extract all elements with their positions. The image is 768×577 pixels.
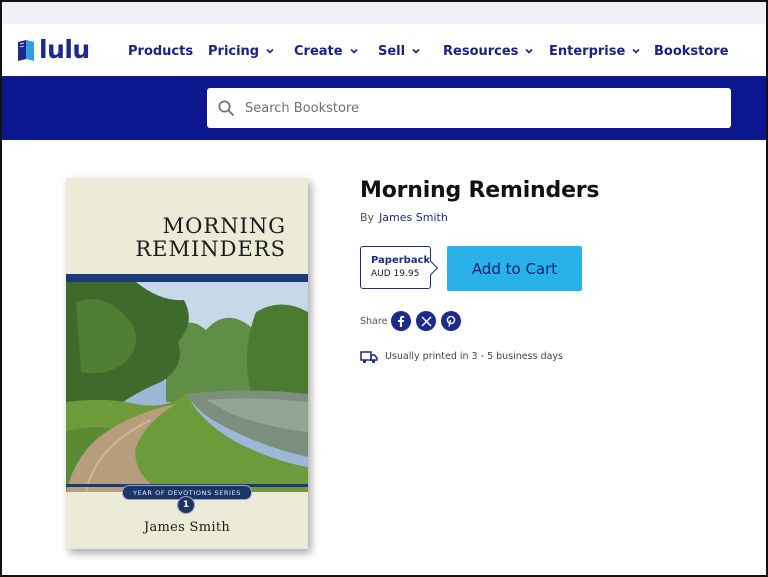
lulu-logo[interactable]: lulu [16,36,90,64]
delivery-truck-icon [360,351,378,364]
share-label: Share [360,316,388,327]
nav-bookstore[interactable]: Bookstore [654,40,729,62]
book-logo-icon [16,38,36,62]
search-band [2,76,766,140]
nav-products[interactable]: Products [128,40,193,62]
nav-enterprise-label: Enterprise [549,43,626,59]
book-cover-image: MORNING REMINDERS YEAR OF DEVOTIONS SERI… [66,178,308,549]
chevron-down-icon [412,48,420,54]
nav-create-label: Create [294,43,343,59]
nav-sell[interactable]: Sell [378,40,421,62]
cover-landscape-illustration [66,282,308,492]
format-name: Paperback [371,255,431,266]
cover-title-line2: REMINDERS [135,237,286,261]
nav-enterprise[interactable]: Enterprise [549,40,641,62]
facebook-icon[interactable] [391,311,411,331]
nav-bookstore-label: Bookstore [654,43,729,59]
add-to-cart-button[interactable]: Add to Cart [447,246,582,291]
format-price: AUD 19.95 [371,269,420,279]
nav-pricing-label: Pricing [208,43,260,59]
book-title: Morning Reminders [360,178,600,203]
cover-author: James Smith [143,520,231,535]
logo-text: lulu [39,35,90,64]
chevron-down-icon [632,48,640,54]
cover-series-number: 1 [177,496,195,514]
nav-products-label: Products [128,43,194,59]
x-icon[interactable] [416,311,436,331]
search-icon[interactable] [217,99,235,117]
format-option-paperback[interactable]: Paperback AUD 19.95 [360,246,431,289]
by-label: By [360,211,375,224]
byline: By James Smith [360,211,448,224]
search-input[interactable] [243,99,717,117]
nav-create[interactable]: Create [294,40,359,62]
chevron-down-icon [266,48,274,54]
pinterest-icon[interactable] [441,311,461,331]
chevron-down-icon [525,48,534,54]
cover-title-line1: MORNING [162,214,286,238]
author-link[interactable]: James Smith [379,211,448,224]
nav-resources[interactable]: Resources [443,40,534,62]
shipping-estimate: Usually printed in 3 - 5 business days [385,351,563,362]
top-strip [2,2,766,24]
cover-band [66,274,308,282]
chevron-down-icon [350,48,358,54]
main-nav: lulu Products Pricing Create Sell Resour… [2,24,766,76]
nav-sell-label: Sell [378,43,406,59]
nav-resources-label: Resources [443,43,519,59]
browser-viewport: lulu Products Pricing Create Sell Resour… [0,0,768,577]
nav-pricing[interactable]: Pricing [208,40,275,62]
search-box [207,88,731,128]
